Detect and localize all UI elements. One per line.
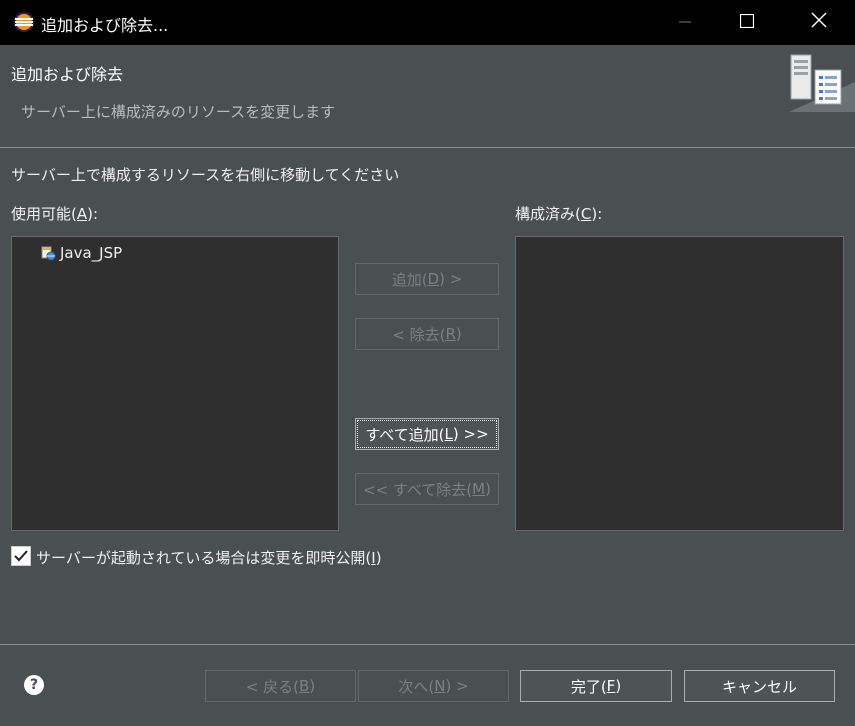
add-button[interactable]: 追加(D) > (355, 263, 499, 295)
close-icon (811, 12, 827, 28)
checkmark-icon (14, 550, 28, 562)
minimize-button[interactable] (654, 0, 716, 45)
publish-immediately-checkbox[interactable] (11, 546, 31, 566)
configured-label: 構成済み(C): (515, 205, 603, 223)
remove-all-button[interactable]: << すべて除去(M) (355, 473, 499, 505)
footer-divider (0, 644, 855, 645)
title-bar: 追加および除去... (0, 0, 855, 45)
instruction-text: サーバー上で構成するリソースを右側に移動してください (11, 166, 400, 184)
help-icon[interactable]: ? (24, 675, 44, 695)
maximize-button[interactable] (716, 0, 778, 45)
page-description: サーバー上に構成済みのリソースを変更します (21, 103, 336, 121)
window-title: 追加および除去... (41, 16, 169, 35)
remove-button[interactable]: < 除去(R) (355, 318, 499, 350)
back-button[interactable]: < 戻る(B) (205, 670, 356, 702)
next-button[interactable]: 次へ(N) > (358, 670, 509, 702)
finish-button[interactable]: 完了(F) (520, 670, 672, 702)
page-title: 追加および除去 (11, 65, 124, 84)
server-config-banner-icon (789, 54, 855, 112)
close-button[interactable] (788, 0, 850, 45)
maximize-icon (739, 13, 755, 29)
publish-immediately-label: サーバーが起動されている場合は変更を即時公開(I) (36, 549, 382, 567)
list-item[interactable]: Java_JSP (40, 242, 122, 264)
configured-list[interactable] (515, 236, 844, 531)
header-divider (0, 147, 855, 148)
available-list[interactable]: Java_JSP (11, 236, 339, 531)
minimize-icon (679, 21, 691, 23)
web-project-icon (41, 246, 56, 261)
eclipse-icon (14, 12, 34, 32)
list-item-label: Java_JSP (60, 244, 123, 262)
add-all-button[interactable]: すべて追加(L) >> (355, 418, 499, 450)
cancel-button[interactable]: キャンセル (684, 670, 835, 702)
available-label: 使用可能(A): (11, 205, 99, 223)
